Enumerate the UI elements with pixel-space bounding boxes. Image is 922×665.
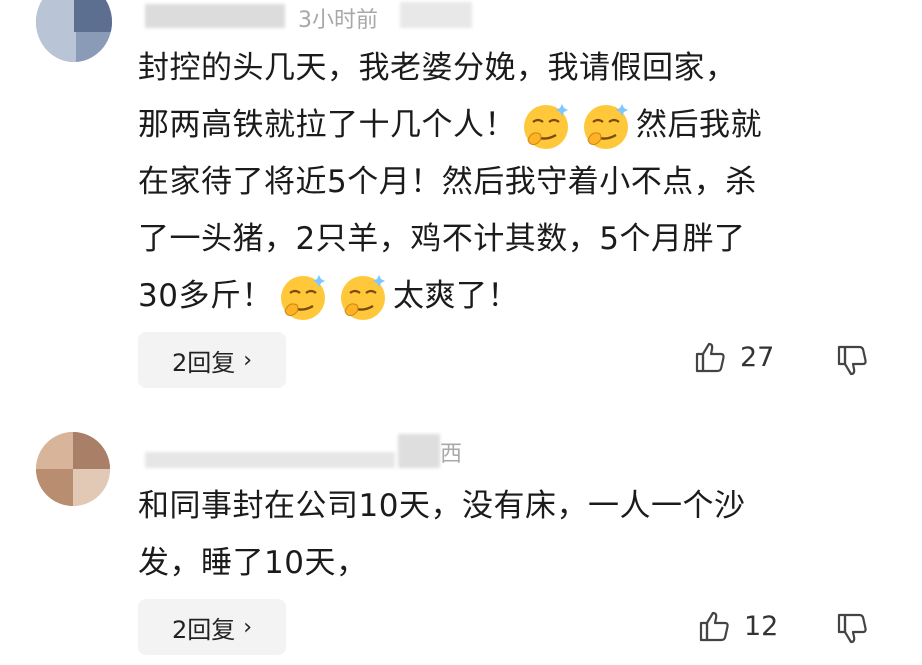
comment-line: 了一头猪，2只羊，鸡不计其数，5个月胖了 [138, 211, 762, 268]
like-button[interactable]: 27 [694, 340, 774, 374]
smirk-face-icon [340, 274, 385, 320]
location-redacted [398, 434, 440, 468]
comment-text: 30多斤！ [138, 278, 273, 314]
username-redacted [145, 452, 395, 468]
comment-text: 发，睡了10天， [138, 545, 368, 581]
comment-text: 在家待了将近5个月！然后我守着小不点，杀 [138, 164, 757, 200]
comment-line: 在家待了将近5个月！然后我守着小不点，杀 [138, 154, 762, 211]
comment-2: 西 和同事封在公司10天，没有床，一人一个沙 发，睡了10天， 2回复 › 12 [0, 400, 922, 665]
smirk-face-icon [524, 103, 568, 149]
comment-text: 和同事封在公司10天，没有床，一人一个沙 [138, 488, 746, 524]
chevron-right-icon: › [243, 347, 253, 373]
timestamp: 3小时前 [298, 8, 378, 33]
smirk-face-icon [584, 103, 628, 149]
comment-body: 和同事封在公司10天，没有床，一人一个沙 发，睡了10天， [138, 478, 745, 592]
comment-text: 那两高铁就拉了十几个人！ [138, 107, 516, 143]
comment-line: 和同事封在公司10天，没有床，一人一个沙 [138, 478, 745, 535]
replies-label: 2回复 [171, 348, 236, 377]
replies-button[interactable]: 2回复 › [138, 599, 286, 655]
comment-text: 了一头猪，2只羊，鸡不计其数，5个月胖了 [138, 221, 746, 257]
comment-1: 3小时前 封控的头几天，我老婆分娩，我请假回家， 那两高铁就拉了十几个人！ 然后… [0, 0, 922, 400]
chevron-right-icon: › [243, 614, 253, 640]
thumbs-down-icon[interactable] [836, 612, 870, 646]
thumbs-up-icon [695, 342, 725, 373]
location-redacted [400, 2, 472, 28]
like-count: 12 [744, 610, 779, 642]
comment-text: 太爽了！ [392, 278, 519, 314]
like-button[interactable]: 12 [698, 609, 778, 643]
comment-text: 然后我就 [636, 107, 762, 143]
avatar[interactable] [36, 0, 112, 62]
smirk-face-icon [280, 274, 325, 320]
avatar[interactable] [36, 432, 110, 506]
like-count: 27 [740, 341, 775, 373]
comment-body: 封控的头几天，我老婆分娩，我请假回家， 那两高铁就拉了十几个人！ 然后我就 在家… [138, 40, 762, 325]
comment-line: 30多斤！ 太爽了！ [138, 268, 762, 325]
comment-line: 封控的头几天，我老婆分娩，我请假回家， [138, 40, 762, 97]
comment-line: 那两高铁就拉了十几个人！ 然后我就 [138, 97, 762, 154]
username-redacted [145, 4, 285, 28]
thumbs-down-icon[interactable] [836, 344, 870, 378]
comment-text: 封控的头几天，我老婆分娩，我请假回家， [138, 50, 737, 86]
location: 西 [440, 442, 463, 467]
thumbs-up-icon [699, 611, 729, 642]
replies-label: 2回复 [171, 615, 236, 644]
comment-line: 发，睡了10天， [138, 535, 745, 592]
replies-button[interactable]: 2回复 › [138, 332, 286, 388]
